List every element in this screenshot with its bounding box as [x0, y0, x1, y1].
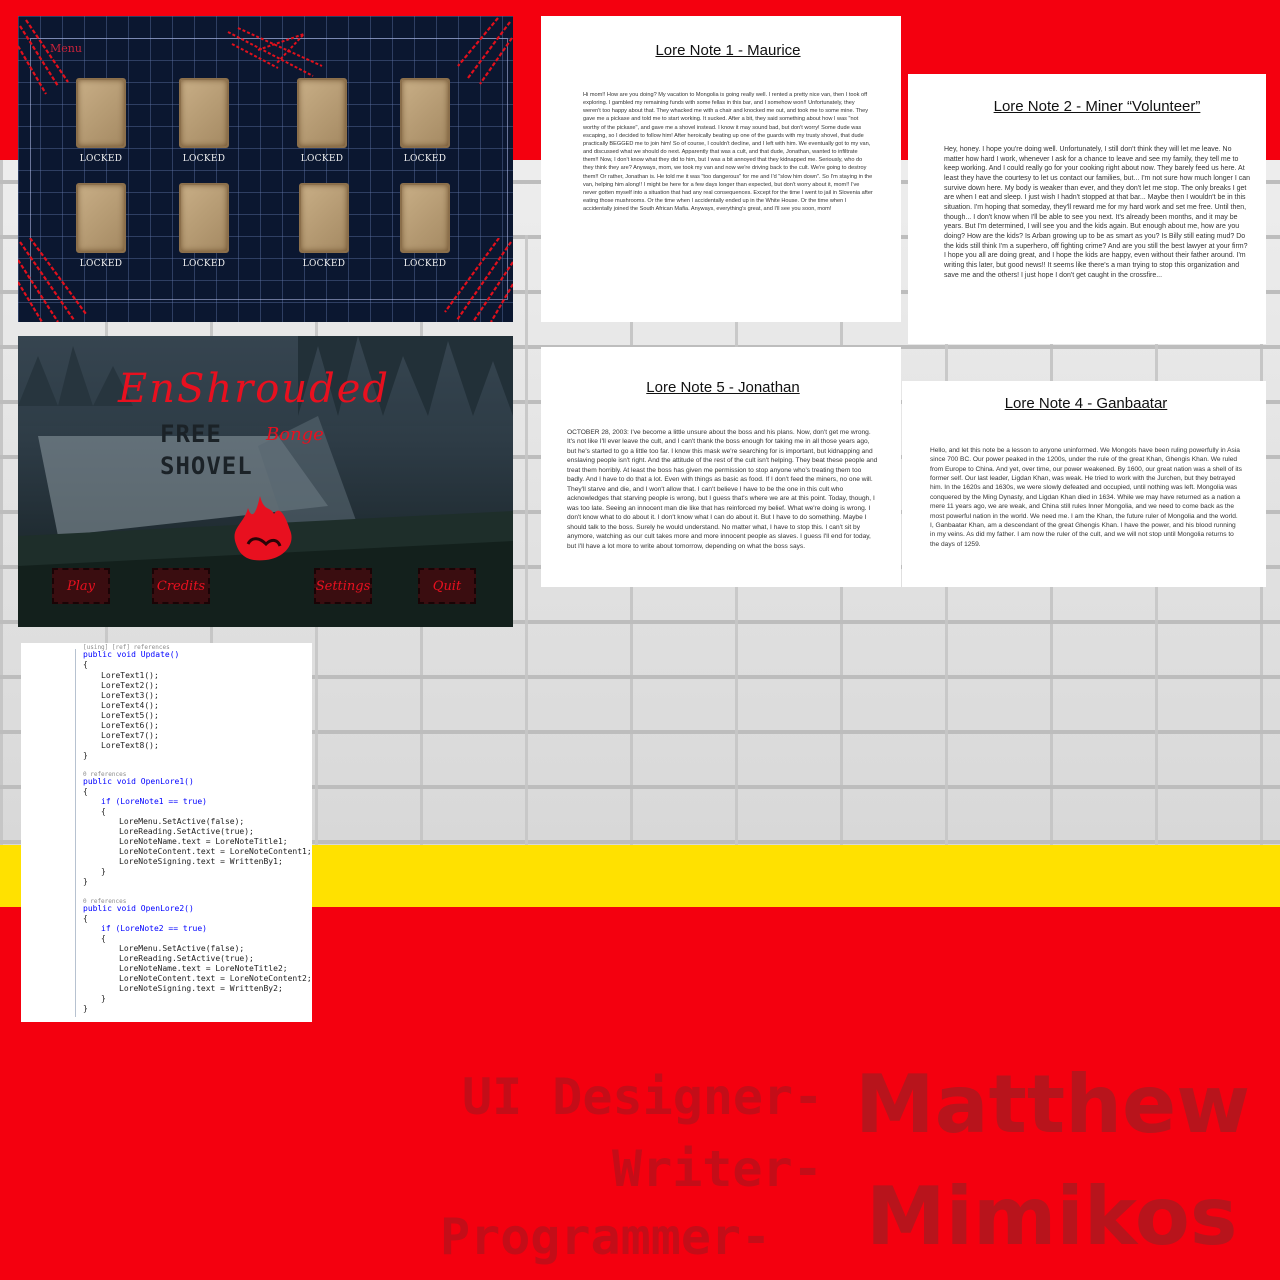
parchment-icon — [76, 183, 126, 253]
code-lore-call-5: LoreText5(); — [101, 711, 159, 720]
code-openlore1-signature-text: public void OpenLore1() — [83, 777, 194, 786]
code-openlore2-if: if (LoreNote2 == true) — [101, 924, 207, 934]
lore-slot-6[interactable]: LOCKED — [176, 183, 232, 269]
code-brace: { — [101, 934, 106, 943]
code-editor-screenshot: [using] [ref] references public void Upd… — [21, 643, 312, 1022]
code-openlore2-body-4: LoreNoteContent.text = LoreNoteContent2; — [119, 974, 312, 983]
code-lore-call-1: LoreText1(); — [101, 671, 159, 680]
code-lore-call-4: LoreText4(); — [101, 701, 159, 710]
code-brace: { — [83, 660, 88, 669]
settings-button-label: Settings — [315, 578, 371, 594]
code-openlore1-body-2: LoreReading.SetActive(true); — [119, 827, 254, 836]
credit-role-ui-designer: UI Designer- — [462, 1068, 824, 1126]
lore-slot-label: LOCKED — [302, 259, 346, 269]
code-lore-call-3: LoreText3(); — [101, 691, 159, 700]
quit-button[interactable]: Quit — [418, 568, 476, 604]
code-update-signature-text: public void Update() — [83, 650, 180, 659]
lore-note-1-body: Hi mom!! How are you doing? My vacation … — [583, 92, 873, 213]
code-openlore2-body-3: LoreNoteName.text = LoreNoteTitle2; — [119, 964, 288, 973]
lore-slot-label: LOCKED — [403, 259, 447, 269]
scratch-decoration-top-right — [457, 17, 513, 85]
lore-note-2-title: Lore Note 2 - Miner “Volunteer” — [993, 98, 1201, 115]
code-openlore1-body-4: LoreNoteContent.text = LoreNoteContent1; — [119, 847, 312, 856]
lore-note-4-title: Lore Note 4 - Ganbaatar — [1004, 395, 1168, 412]
lore-note-2-body: Hey, honey. I hope you're doing well. Un… — [944, 146, 1250, 279]
play-button[interactable]: Play — [52, 568, 110, 604]
credit-last-name: Mimikos — [866, 1170, 1238, 1263]
code-brace: } — [101, 867, 106, 876]
lore-note-2-card: Lore Note 2 - Miner “Volunteer” Hey, hon… — [908, 74, 1266, 344]
code-openlore1-body-3: LoreNoteName.text = LoreNoteTitle1; — [119, 837, 288, 846]
code-brace: { — [83, 914, 88, 923]
lore-slot-7[interactable]: LOCKED — [296, 183, 352, 269]
lore-note-4-card: Lore Note 4 - Ganbaatar Hello, and let t… — [902, 381, 1266, 587]
code-openlore2-if-text: if (LoreNote2 == true) — [101, 924, 207, 933]
parchment-icon — [297, 78, 347, 148]
credits-button[interactable]: Credits — [152, 568, 210, 604]
code-openlore2-body-2: LoreReading.SetActive(true); — [119, 954, 254, 963]
lore-slot-4[interactable]: LOCKED — [397, 78, 453, 164]
lore-note-5-body: OCTOBER 28, 2003: I've become a little u… — [567, 429, 878, 550]
credit-first-name: Matthew — [855, 1058, 1251, 1151]
play-button-label: Play — [67, 578, 95, 594]
code-fold-guide — [75, 649, 76, 1017]
lore-note-1-title: Lore Note 1 - Maurice — [655, 42, 801, 59]
title-screen-screenshot: EnShrouded FREE Bonge SHOVEL Play Credit… — [18, 336, 513, 627]
code-update-signature: public void Update() — [83, 650, 179, 660]
code-brace: } — [83, 1004, 88, 1013]
parchment-icon — [299, 183, 349, 253]
credit-role-writer: Writer- — [612, 1140, 823, 1198]
parchment-icon — [179, 78, 229, 148]
logo-subtitle-scribble: Bonge — [266, 424, 324, 445]
lore-slot-2[interactable]: LOCKED — [176, 78, 232, 164]
scratch-decoration-top-center — [227, 27, 323, 77]
code-brace: } — [83, 751, 88, 760]
code-openlore1-body-5: LoreNoteSigning.text = WrittenBy1; — [119, 857, 283, 866]
code-openlore2-body-1: LoreMenu.SetActive(false); — [119, 944, 245, 953]
credits-button-label: Credits — [156, 578, 206, 594]
logo-subtitle-line1: FREE — [160, 420, 222, 448]
lore-slot-label: LOCKED — [403, 154, 447, 164]
code-brace: } — [83, 877, 88, 886]
quit-button-label: Quit — [432, 578, 462, 594]
lore-slot-label: LOCKED — [300, 154, 344, 164]
parchment-icon — [400, 78, 450, 148]
lore-note-5-card: Lore Note 5 - Jonathan OCTOBER 28, 2003:… — [541, 347, 901, 587]
code-brace: { — [101, 807, 106, 816]
code-openlore2-signature: public void OpenLore2() — [83, 904, 194, 914]
lore-slot-label: LOCKED — [79, 154, 123, 164]
lore-slot-1[interactable]: LOCKED — [73, 78, 129, 164]
code-brace: { — [83, 787, 88, 796]
lore-slot-label: LOCKED — [79, 259, 123, 269]
code-openlore1-signature: public void OpenLore1() — [83, 777, 194, 787]
parchment-icon — [179, 183, 229, 253]
parchment-icon — [400, 183, 450, 253]
lore-slot-8[interactable]: LOCKED — [397, 183, 453, 269]
code-lore-call-6: LoreText6(); — [101, 721, 159, 730]
lore-note-4-body: Hello, and let this note be a lesson to … — [930, 447, 1242, 548]
settings-button[interactable]: Settings — [314, 568, 372, 604]
lore-slot-label: LOCKED — [182, 259, 226, 269]
game-logo: EnShrouded — [118, 366, 390, 412]
parchment-icon — [76, 78, 126, 148]
lore-slot-5[interactable]: LOCKED — [73, 183, 129, 269]
code-openlore1-if-text: if (LoreNote1 == true) — [101, 797, 207, 806]
code-openlore1-if: if (LoreNote1 == true) — [101, 797, 207, 807]
code-openlore1-body-1: LoreMenu.SetActive(false); — [119, 817, 245, 826]
red-flame-icon — [234, 496, 292, 561]
lore-note-5-title: Lore Note 5 - Jonathan — [646, 379, 800, 396]
lore-note-1-card: Lore Note 1 - Maurice Hi mom!! How are y… — [541, 16, 901, 322]
code-openlore2-body-5: LoreNoteSigning.text = WrittenBy2; — [119, 984, 283, 993]
code-brace: } — [101, 994, 106, 1003]
code-lore-call-7: LoreText7(); — [101, 731, 159, 740]
credit-role-programmer: Programmer- — [440, 1208, 772, 1266]
lore-slot-3[interactable]: LOCKED — [294, 78, 350, 164]
lore-menu-screenshot: Menu LOCKED LOCKED LOCKED LOCKED LOCKED … — [18, 16, 513, 322]
logo-subtitle-line2: SHOVEL — [160, 452, 253, 480]
code-lore-call-8: LoreText8(); — [101, 741, 159, 750]
code-lore-call-2: LoreText2(); — [101, 681, 159, 690]
lore-slot-label: LOCKED — [182, 154, 226, 164]
scratch-decoration-bottom-right — [444, 238, 513, 322]
code-openlore2-signature-text: public void OpenLore2() — [83, 904, 194, 913]
